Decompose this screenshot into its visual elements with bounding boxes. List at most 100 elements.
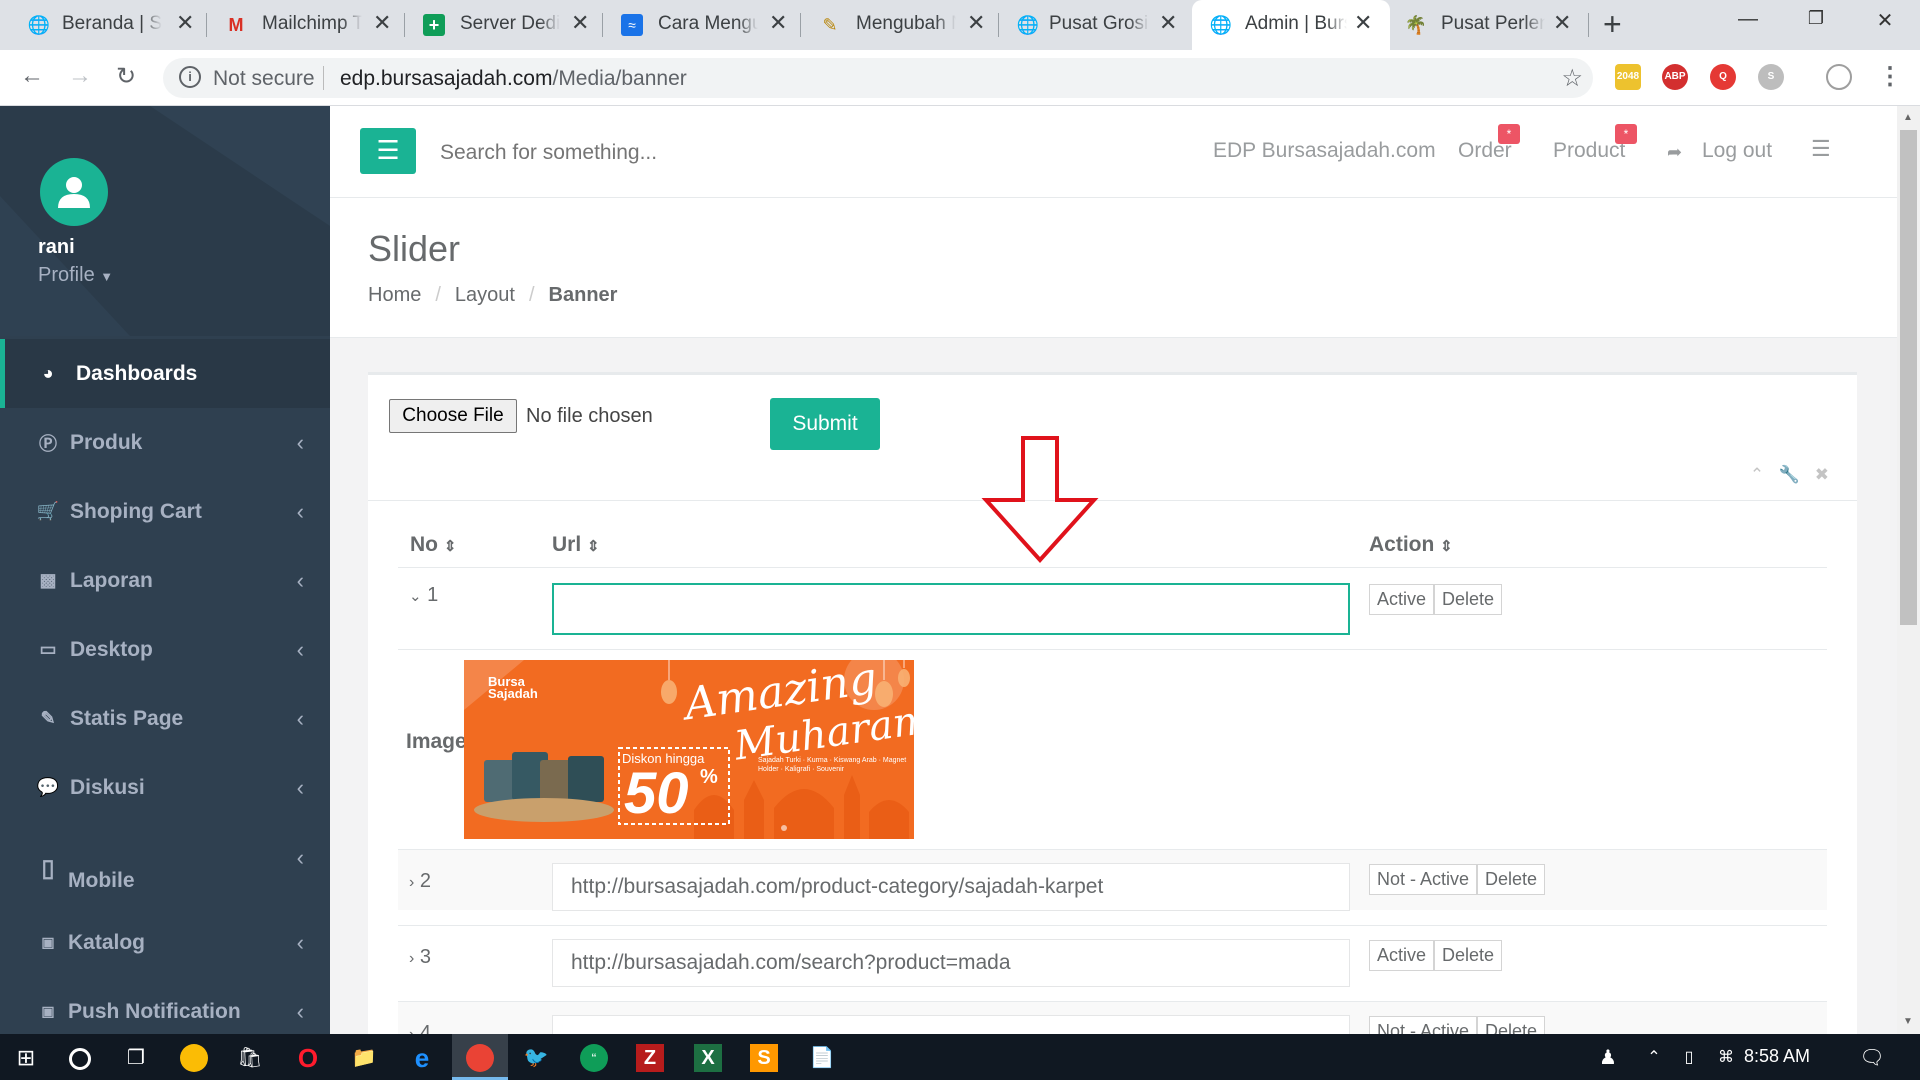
table-row[interactable]: › 2 [409,870,431,893]
browser-tab[interactable]: 🌐 Pusat Grosir ✕ [999,0,1191,50]
sidebar-item-shoping-cart[interactable]: 🛒 Shoping Cart ‹ [0,477,330,546]
status-toggle-button[interactable]: Active [1369,584,1435,615]
back-arrow-icon[interactable]: ← [20,62,44,90]
delete-button[interactable]: Delete [1477,864,1546,895]
status-toggle-button[interactable]: Active [1369,940,1435,971]
submit-button[interactable]: Submit [770,398,880,450]
col-header-url[interactable]: Url ⇕ [552,533,600,557]
browser-tab[interactable]: + Server Dedic ✕ [405,0,601,50]
browser-tab[interactable]: M Mailchimp Te ✕ [207,0,403,50]
browser-tab[interactable]: ✎ Mengubah N ✕ [801,0,997,50]
tab-title: Cara Mengu [658,13,758,34]
ext-q-icon[interactable]: Q [1710,64,1736,90]
col-header-no[interactable]: No ⇕ [410,533,456,557]
edge-icon[interactable]: e [408,1044,436,1072]
notepad-icon[interactable]: 📄 [808,1044,836,1072]
close-icon[interactable]: ✕ [1553,10,1571,36]
delete-button[interactable]: Delete [1434,940,1503,971]
store-bag-icon[interactable]: 🛍 [236,1044,264,1072]
close-icon[interactable]: ✕ [1354,10,1372,36]
browser-tab[interactable]: 🌴 Pusat Perlen ✕ [1391,0,1587,50]
browser-tab-active[interactable]: 🌐 Admin | Burs ✕ [1192,0,1390,50]
window-close-icon[interactable]: ✕ [1865,8,1905,33]
people-icon[interactable]: ♟ [1594,1044,1622,1072]
sidebar-item-push-notification[interactable]: ▣ Push Notification ‹ [0,977,330,1034]
hamburger-menu-button[interactable]: ☰ [360,128,416,174]
close-panel-icon[interactable]: ✖ [1815,465,1829,484]
sidebar-item-laporan[interactable]: ▩ Laporan ‹ [0,546,330,615]
sidebar-item-katalog[interactable]: ▣ Katalog ‹ [0,908,330,977]
url-text[interactable]: edp.bursasajadah.com/Media/banner [340,67,687,91]
browser-tab[interactable]: ≈ Cara Mengu ✕ [603,0,799,50]
sidebar-item-dashboards[interactable]: ◕ Dashboards [0,339,330,408]
close-icon[interactable]: ✕ [967,10,985,36]
search-input[interactable] [440,136,1040,170]
windows-start-icon[interactable]: ⊞ [12,1044,40,1072]
close-icon[interactable]: ✕ [769,10,787,36]
tasks-list-icon[interactable]: ☰ [1811,136,1831,162]
logout-link[interactable]: Log out [1702,139,1772,163]
sidebar-item-statis-page[interactable]: ✎ Statis Page ‹ [0,684,330,753]
scrollbar-thumb[interactable] [1900,130,1917,625]
table-row[interactable]: › 3 [409,946,431,969]
chrome-taskbar-icon[interactable] [180,1044,208,1072]
cortana-circle-icon[interactable] [66,1044,94,1072]
battery-icon[interactable]: ▯ [1675,1044,1703,1072]
url-input[interactable] [552,863,1350,911]
breadcrumb-home[interactable]: Home [368,284,421,306]
clock[interactable]: 8:58 AM [1744,1046,1810,1067]
scroll-down-icon[interactable]: ▼ [1903,1016,1913,1027]
restore-icon[interactable]: ❐ [1796,8,1836,29]
ext-s-icon[interactable]: S [1758,64,1784,90]
avatar[interactable] [40,158,108,226]
status-toggle-button[interactable]: Not - Active [1369,864,1478,895]
sidebar-item-diskusi[interactable]: 💬 Diskusi ‹ [0,753,330,822]
menu-kebab-icon[interactable]: ⋮ [1878,62,1902,91]
new-tab-plus-icon[interactable]: + [1603,6,1622,43]
delete-button[interactable]: Delete [1434,584,1503,615]
ext-2048-icon[interactable]: 2048 [1615,64,1641,90]
close-icon[interactable]: ✕ [176,10,194,36]
wifi-icon[interactable]: ⌘ [1712,1044,1740,1072]
close-icon[interactable]: ✕ [373,10,391,36]
table-row[interactable]: ⌄ 1 [409,584,438,607]
close-icon[interactable]: ✕ [1159,10,1177,36]
wrench-icon[interactable]: 🔧 [1779,465,1800,484]
chevron-right-icon: › [409,950,415,967]
scroll-up-icon[interactable]: ▲ [1903,112,1913,123]
info-icon[interactable]: i [179,66,201,88]
sidebar-item-produk[interactable]: Ⓟ Produk ‹ [0,408,330,477]
action-center-icon[interactable]: 🗨 [1858,1044,1886,1072]
vertical-scrollbar[interactable]: ▲ ▼ [1897,106,1920,1034]
minimize-icon[interactable]: — [1728,8,1768,31]
not-secure-label[interactable]: Not secure [213,67,315,91]
excel-icon[interactable]: X [694,1044,722,1072]
filezilla-icon[interactable]: Z [636,1044,664,1072]
task-view-icon[interactable]: ❐ [122,1044,150,1072]
choose-file-button[interactable]: Choose File [389,399,517,433]
file-explorer-icon[interactable]: 📁 [350,1044,378,1072]
address-bar[interactable]: i Not secure edp.bursasajadah.com/Media/… [163,58,1593,98]
profile-dropdown[interactable]: Profile ▼ [38,264,113,287]
tray-chevron-up-icon[interactable]: ⌃ [1640,1044,1668,1072]
sublime-icon[interactable]: S [750,1044,778,1072]
close-icon[interactable]: ✕ [571,10,589,36]
url-input[interactable] [552,583,1350,635]
chevron-left-icon: ‹ [296,998,304,1024]
forward-arrow-icon[interactable]: → [68,62,92,90]
breadcrumb-layout[interactable]: Layout [455,284,515,306]
chrome-taskbar-icon-active[interactable] [466,1044,494,1072]
browser-tab[interactable]: 🌐 Beranda | Sis ✕ [0,0,205,50]
collapse-chevron-up-icon[interactable]: ⌃ [1750,465,1764,484]
col-header-action[interactable]: Action ⇕ [1369,533,1453,557]
app-bird-icon[interactable]: 🐦 [522,1044,550,1072]
url-input[interactable] [552,939,1350,987]
adblock-icon[interactable]: ABP [1662,64,1688,90]
sidebar-item-mobile[interactable]: ▯ Mobile ‹ [0,828,330,908]
sidebar-item-desktop[interactable]: ▭ Desktop ‹ [0,615,330,684]
reload-icon[interactable]: ↻ [116,62,136,91]
account-avatar-icon[interactable] [1826,64,1852,90]
bookmark-star-icon[interactable]: ☆ [1561,64,1583,93]
hangouts-icon[interactable]: “ [580,1044,608,1072]
opera-icon[interactable]: O [294,1044,322,1072]
